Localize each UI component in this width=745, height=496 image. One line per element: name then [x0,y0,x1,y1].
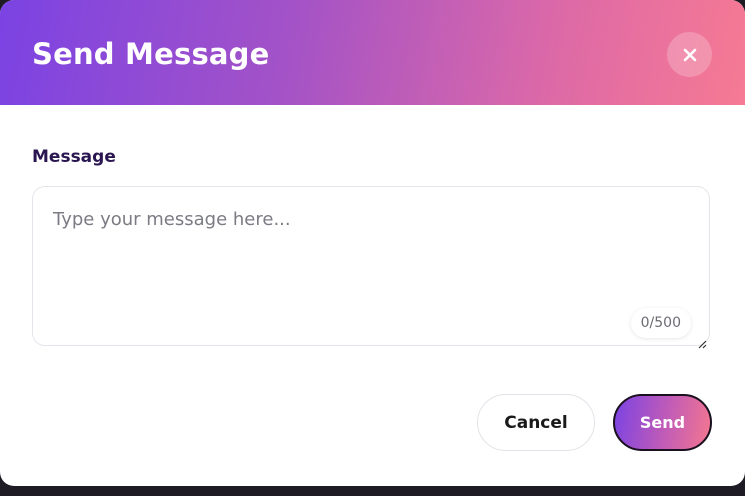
close-icon [683,48,697,62]
dialog-header: Send Message [0,0,745,105]
dialog-title: Send Message [32,37,270,71]
resize-handle-icon[interactable] [698,334,707,349]
send-message-dialog: Send Message Message 0/500 Cancel Send [0,0,745,486]
message-textarea[interactable] [33,187,709,345]
message-field-container: 0/500 [32,186,710,349]
close-button[interactable] [667,32,712,77]
cancel-button[interactable]: Cancel [477,394,595,451]
send-button[interactable]: Send [613,394,712,451]
message-label: Message [32,147,116,167]
character-counter: 0/500 [630,308,691,338]
